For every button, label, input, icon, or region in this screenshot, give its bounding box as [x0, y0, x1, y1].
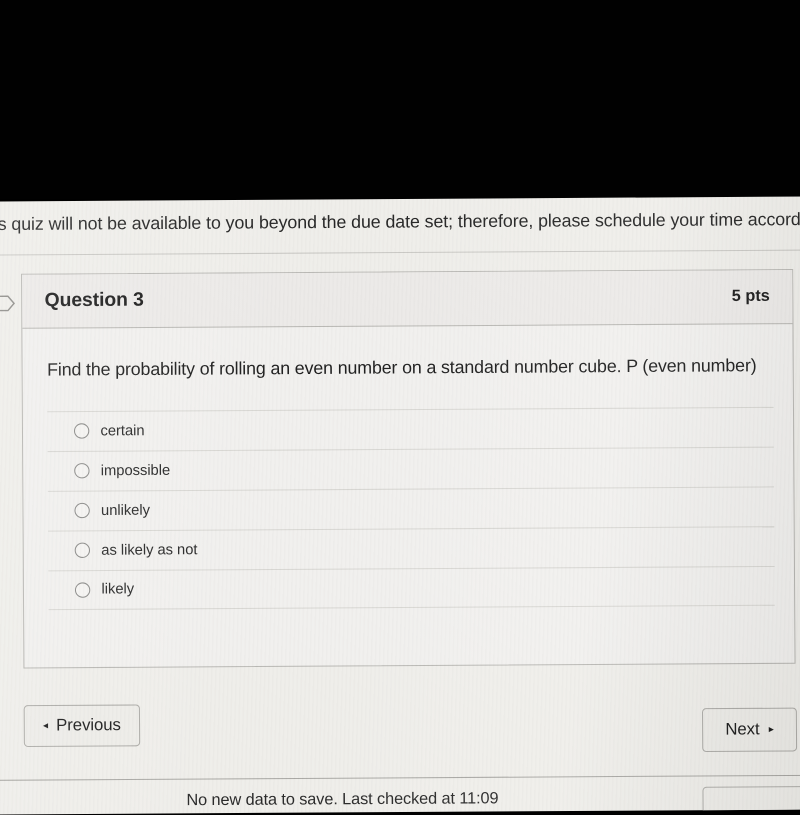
radio-button-icon[interactable] — [74, 463, 90, 479]
question-header: Question 3 5 pts — [22, 270, 793, 329]
radio-button-icon[interactable] — [74, 542, 91, 559]
quiz-availability-notice: his quiz will not be available to you be… — [0, 208, 800, 235]
answer-option-label: as likely as not — [101, 541, 198, 559]
answer-option-label: likely — [101, 581, 135, 598]
footer-divider — [0, 774, 800, 781]
answer-option-unlikely[interactable]: unlikely — [47, 486, 775, 531]
radio-button-icon[interactable] — [74, 503, 90, 519]
caret-right-icon: ▸ — [768, 723, 774, 735]
radio-button-icon[interactable] — [74, 582, 91, 598]
answer-option-label: unlikely — [100, 502, 150, 519]
answer-option-label: impossible — [100, 462, 171, 480]
question-points-badge: 5 pts — [731, 287, 770, 306]
answer-option-impossible[interactable]: impossible — [47, 446, 775, 491]
answer-option-certain[interactable]: certain — [47, 406, 774, 451]
next-button-label: Next — [725, 720, 760, 739]
answer-options-list: certain impossible unlikely as likely as… — [47, 406, 775, 611]
caret-left-icon: ◂ — [42, 719, 49, 732]
answer-option-as-likely-as-not[interactable]: as likely as not — [48, 526, 775, 571]
question-body: Find the probability of rolling an even … — [22, 324, 794, 667]
previous-button-label: Previous — [56, 715, 121, 735]
notice-divider — [0, 249, 800, 256]
question-navigation-row: ◂ Previous Next ▸ — [0, 698, 800, 760]
photo-frame: his quiz will not be available to you be… — [0, 0, 800, 815]
question-prompt-text: Find the probability of rolling an even … — [47, 354, 757, 380]
answer-option-label: certain — [100, 422, 145, 440]
question-card: Question 3 5 pts Find the probability of… — [21, 269, 796, 669]
previous-button[interactable]: ◂ Previous — [23, 704, 141, 748]
next-button[interactable]: Next ▸ — [701, 707, 798, 753]
card-bottom-spacer — [49, 606, 770, 641]
question-title: Question 3 — [44, 289, 144, 312]
answer-option-likely[interactable]: likely — [48, 565, 775, 611]
flag-icon[interactable] — [0, 294, 16, 312]
quiz-screen: his quiz will not be available to you be… — [0, 196, 800, 815]
submit-quiz-button[interactable] — [702, 786, 800, 815]
radio-button-icon[interactable] — [73, 423, 90, 440]
black-screen-area — [0, 0, 800, 199]
flag-icon-svg — [0, 295, 15, 312]
